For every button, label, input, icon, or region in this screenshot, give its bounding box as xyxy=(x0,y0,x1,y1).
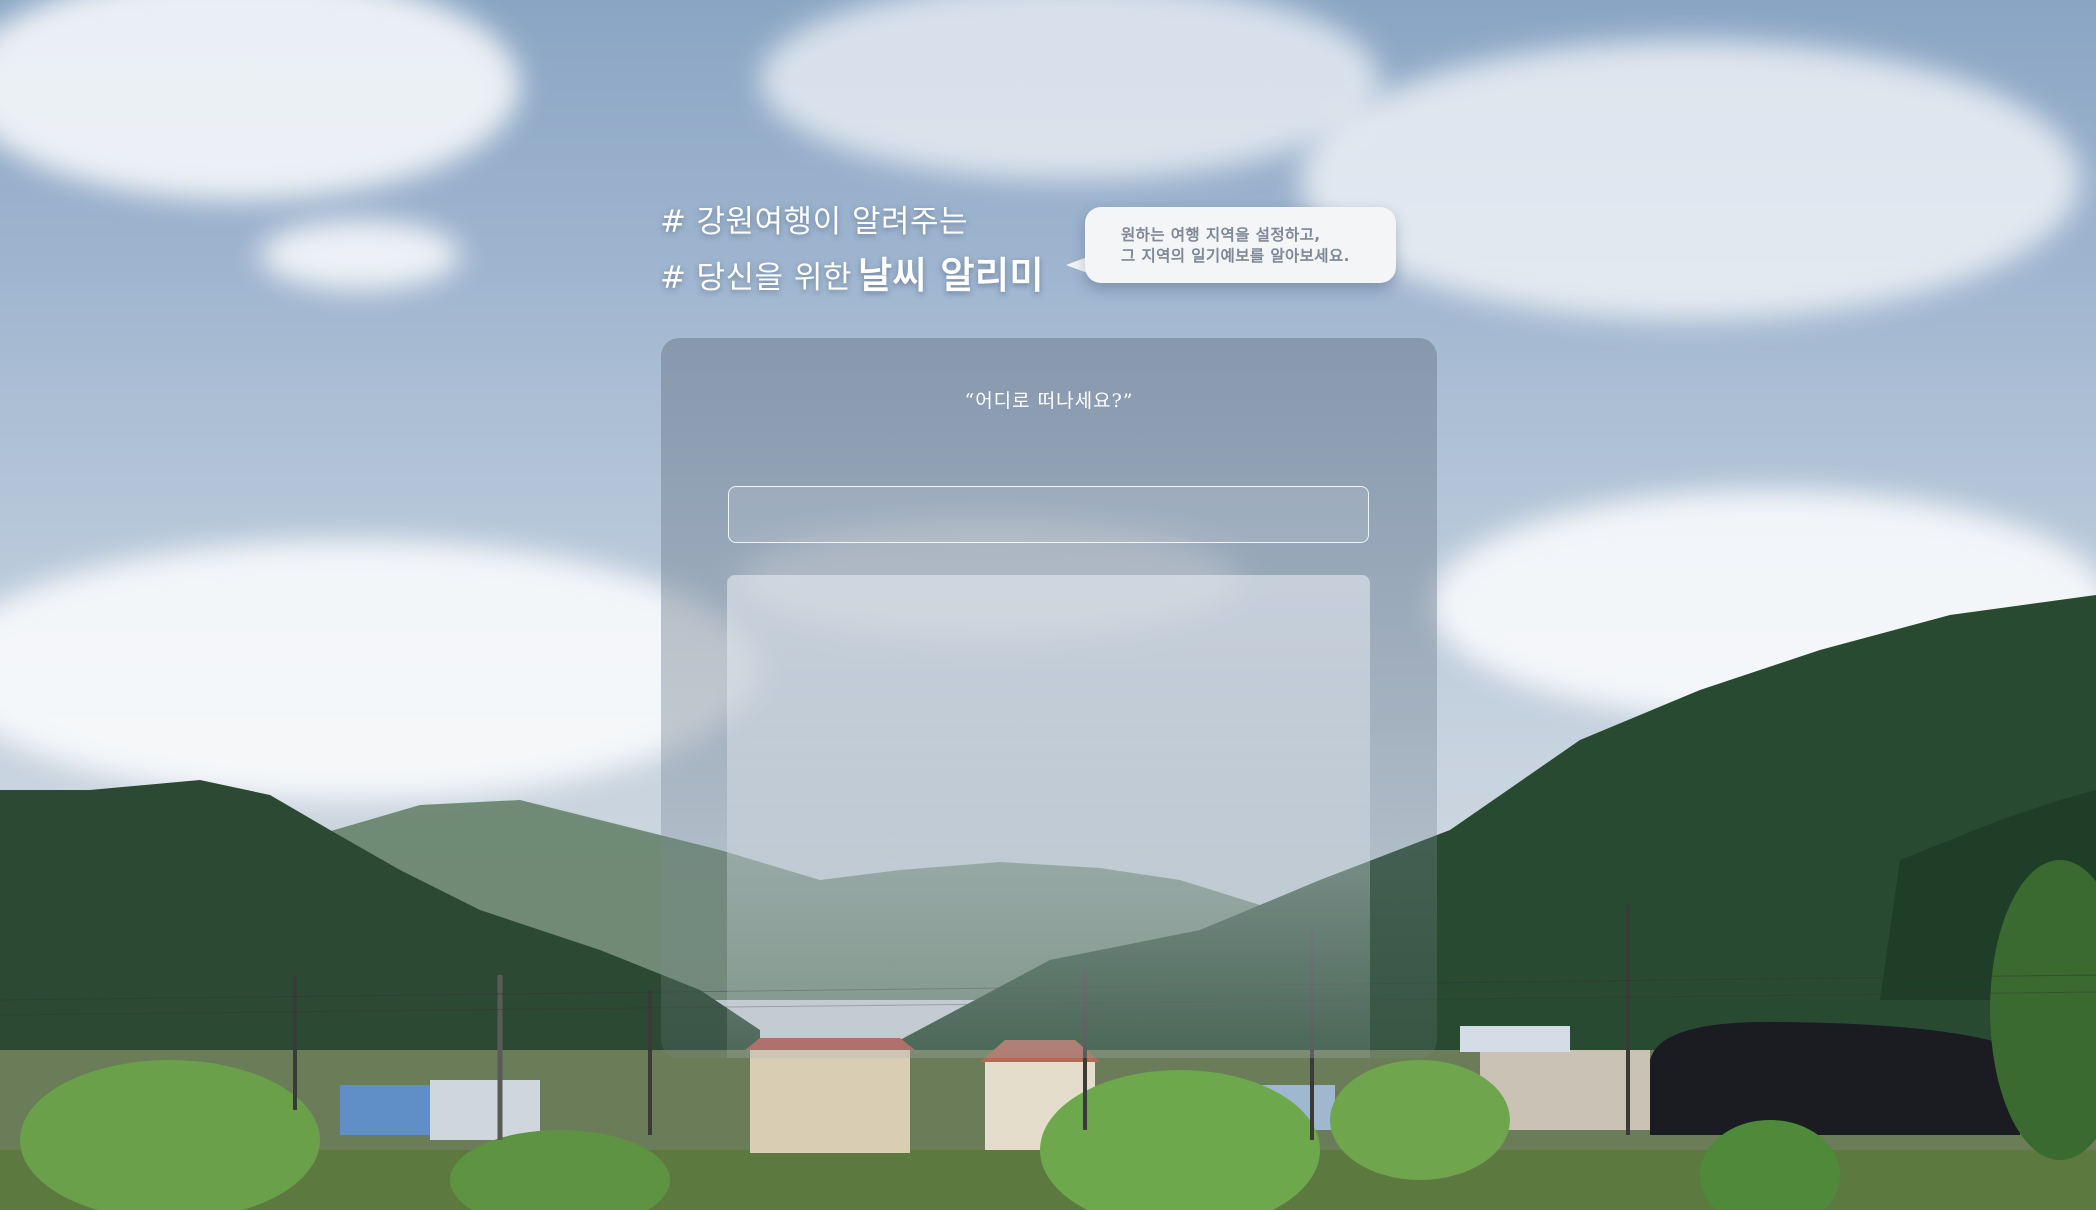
destination-search-input[interactable] xyxy=(728,486,1369,543)
headline-text-2: 당신을 위한 xyxy=(696,260,852,296)
headline-line-2: # 당신을 위한 날씨 알리미 xyxy=(660,249,1044,305)
weather-search-panel: “어디로 떠나세요?” xyxy=(661,338,1437,1058)
bubble-text-line-1: 원하는 여행 지역을 설정하고, xyxy=(1121,226,1321,244)
page-headline: # 강원여행이 알려주는 # 당신을 위한 날씨 알리미 xyxy=(660,195,1044,305)
hashtag-symbol: # xyxy=(660,204,687,240)
headline-emphasis: 날씨 알리미 xyxy=(857,254,1045,297)
headline-text-1: 강원여행이 알려주는 xyxy=(696,204,969,240)
instruction-speech-bubble: 원하는 여행 지역을 설정하고, 그 지역의 일기예보를 알아보세요. xyxy=(1085,207,1396,283)
forecast-result-area xyxy=(727,575,1370,1058)
destination-question: “어디로 떠나세요?” xyxy=(964,390,1134,412)
hashtag-symbol: # xyxy=(660,260,687,296)
headline-line-1: # 강원여행이 알려주는 xyxy=(660,195,1044,249)
bubble-text-line-2: 그 지역의 일기예보를 알아보세요. xyxy=(1121,247,1350,265)
